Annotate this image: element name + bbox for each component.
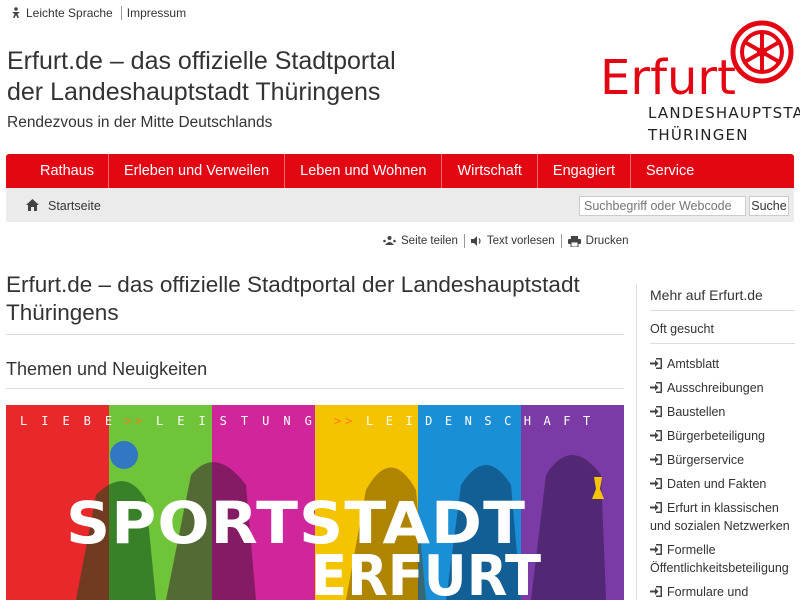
sidebar: Mehr auf Erfurt.de Oft gesucht Amtsblatt… xyxy=(636,284,800,600)
banner-tagline-2: LEISTUNG xyxy=(156,414,326,428)
quick-link-label: Daten und Fakten xyxy=(667,477,767,491)
imprint-label: Impressum xyxy=(126,6,187,20)
search-input[interactable] xyxy=(579,196,746,216)
page-heading: Erfurt.de – das offizielle Stadtportal d… xyxy=(6,271,624,335)
search-button[interactable]: Suche xyxy=(749,196,789,216)
login-arrow-icon xyxy=(650,502,662,513)
logo-line-2: THÜRINGEN xyxy=(648,126,749,144)
sidebar-title: Mehr auf Erfurt.de xyxy=(650,287,763,303)
quick-link-label: Formelle Öffentlichkeitsbeteiligung xyxy=(650,543,789,575)
quick-link-label: Baustellen xyxy=(667,405,726,419)
read-aloud-tool[interactable]: Text vorlesen xyxy=(470,235,555,247)
divider xyxy=(650,310,795,311)
login-arrow-icon xyxy=(650,358,662,369)
login-arrow-icon xyxy=(650,544,662,555)
easy-language-label: Leichte Sprache xyxy=(26,6,113,20)
quick-link-label: Formulare und xyxy=(667,585,749,599)
share-page-tool[interactable]: Seite teilen xyxy=(383,235,458,247)
banner-tagline-arrow-2: >> xyxy=(334,414,356,428)
speaker-icon xyxy=(470,236,481,246)
ball-icon xyxy=(110,441,138,469)
quick-link-netzwerke[interactable]: Erfurt in klassischen und sozialen Netzw… xyxy=(650,499,798,535)
banner-tagline-arrow-1: >> xyxy=(124,414,146,428)
banner-tagline-1: LIEBE xyxy=(20,414,126,428)
imprint-link[interactable]: Impressum xyxy=(127,6,192,20)
site-title: Erfurt.de – das offizielle Stadtportal d… xyxy=(7,46,467,108)
login-arrow-icon xyxy=(650,478,662,489)
quick-link-daten-fakten[interactable]: Daten und Fakten xyxy=(650,475,798,493)
nav-item-wirtschaft[interactable]: Wirtschaft xyxy=(442,154,538,188)
banner-tagline-3: LEIDENSCHAFT xyxy=(366,414,603,428)
sidebar-subtitle: Oft gesucht xyxy=(650,322,714,336)
login-arrow-icon xyxy=(650,430,662,441)
nav-item-rathaus[interactable]: Rathaus xyxy=(6,154,110,188)
logo-word: Erfurt xyxy=(600,50,736,106)
quick-link-label: Bürgerservice xyxy=(667,453,745,467)
login-arrow-icon xyxy=(650,382,662,393)
quick-links-list: Amtsblatt Ausschreibungen Baustellen Bür… xyxy=(650,355,798,600)
site-title-line2: der Landeshauptstadt Thüringens xyxy=(7,78,381,106)
banner-headline-2: ERFURT xyxy=(311,544,541,600)
share-page-label: Seite teilen xyxy=(401,235,458,247)
home-icon[interactable] xyxy=(26,199,39,211)
erfurt-logo[interactable]: Erfurt LANDESHAUPTSTADT THÜRINGEN xyxy=(598,20,800,145)
printer-icon xyxy=(567,235,581,247)
login-arrow-icon xyxy=(650,454,662,465)
quick-link-ausschreibungen[interactable]: Ausschreibungen xyxy=(650,379,798,397)
main-navigation: Rathaus Erleben und Verweilen Leben und … xyxy=(6,154,794,188)
divider xyxy=(120,6,122,20)
top-links: Leichte Sprache Impressum xyxy=(10,6,192,20)
quick-link-label: Ausschreibungen xyxy=(667,381,764,395)
easy-language-link[interactable]: Leichte Sprache xyxy=(10,6,119,20)
nav-item-erleben[interactable]: Erleben und Verweilen xyxy=(109,154,286,188)
nav-item-engagiert[interactable]: Engagiert xyxy=(538,154,631,188)
quick-link-buergerbeteiligung[interactable]: Bürgerbeteiligung xyxy=(650,427,798,445)
login-arrow-icon xyxy=(650,586,662,597)
nav-item-leben[interactable]: Leben und Wohnen xyxy=(285,154,443,188)
sportstadt-banner[interactable]: LIEBE >> LEISTUNG >> LEIDENSCHAFT SPORTS… xyxy=(6,405,624,600)
quick-link-amtsblatt[interactable]: Amtsblatt xyxy=(650,355,798,373)
login-arrow-icon xyxy=(650,406,662,417)
divider xyxy=(560,234,562,248)
share-icon xyxy=(383,236,396,245)
site-title-line1: Erfurt.de – das offizielle Stadtportal xyxy=(7,47,396,75)
quick-link-label: Bürgerbeteiligung xyxy=(667,429,765,443)
breadcrumb-bar: Startseite Suche xyxy=(6,188,794,222)
quick-link-formulare[interactable]: Formulare und xyxy=(650,583,798,600)
quick-link-buergerservice[interactable]: Bürgerservice xyxy=(650,451,798,469)
quick-link-label: Erfurt in klassischen und sozialen Netzw… xyxy=(650,501,790,533)
quick-link-label: Amtsblatt xyxy=(667,357,720,371)
logo-line-1: LANDESHAUPTSTADT xyxy=(648,104,800,122)
section-heading: Themen und Neuigkeiten xyxy=(6,359,624,389)
easy-language-icon xyxy=(12,7,20,18)
quick-link-oeffentlichkeitsbeteiligung[interactable]: Formelle Öffentlichkeitsbeteiligung xyxy=(650,541,798,577)
divider xyxy=(463,234,465,248)
divider xyxy=(650,343,795,344)
print-label: Drucken xyxy=(585,235,629,247)
site-subtitle: Rendezvous in der Mitte Deutschlands xyxy=(7,114,273,131)
quick-link-baustellen[interactable]: Baustellen xyxy=(650,403,798,421)
print-tool[interactable]: Drucken xyxy=(567,235,629,247)
banner-graphic: LIEBE >> LEISTUNG >> LEIDENSCHAFT SPORTS… xyxy=(6,405,624,600)
read-aloud-label: Text vorlesen xyxy=(486,235,555,247)
page-tools: Seite teilen Text vorlesen Drucken xyxy=(383,234,629,248)
nav-item-service[interactable]: Service xyxy=(631,154,709,188)
erfurt-wheel-icon xyxy=(730,20,794,84)
breadcrumb-home[interactable]: Startseite xyxy=(48,199,101,213)
